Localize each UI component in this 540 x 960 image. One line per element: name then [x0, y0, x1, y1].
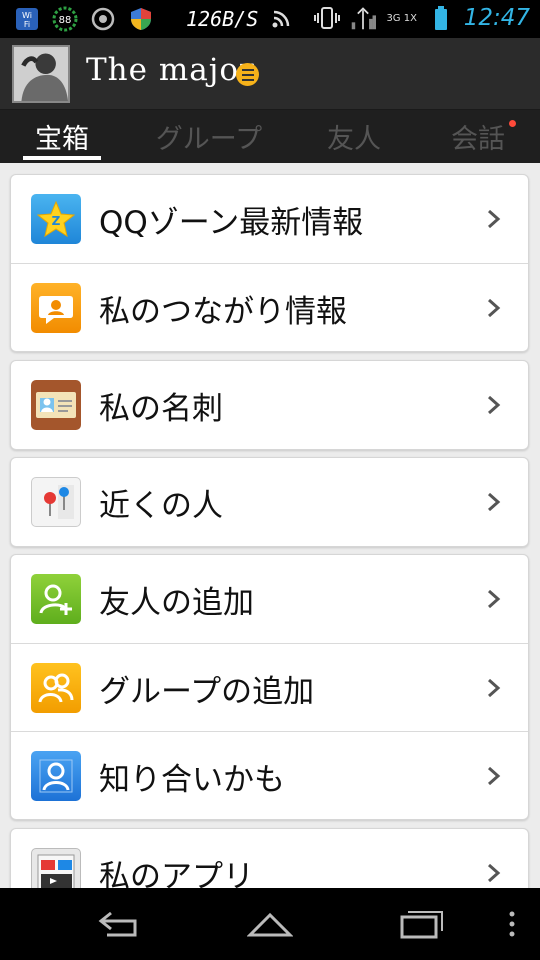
- clock: 12:47: [463, 5, 530, 31]
- menu-item-label: QQゾーン最新情報: [99, 205, 364, 241]
- menu-item-label: 私の名刺: [99, 391, 223, 427]
- menu-item-label: グループの追加: [99, 674, 315, 710]
- apps-icon: [31, 848, 81, 888]
- battery-circle-icon: 88: [52, 6, 78, 32]
- tab-treasure[interactable]: 宝箱: [23, 110, 101, 163]
- rss-icon: [268, 6, 294, 32]
- chevron-right-icon: [488, 589, 501, 609]
- menu-card: 私のアプリ: [10, 828, 529, 888]
- chevron-right-icon: [488, 678, 501, 698]
- back-icon[interactable]: [95, 902, 145, 946]
- menu-overflow-icon[interactable]: [502, 902, 522, 946]
- tab-label: 会話: [451, 124, 505, 155]
- tab-groups[interactable]: グループ: [150, 110, 268, 163]
- menu-item-label: 友人の追加: [99, 585, 254, 621]
- business-card-icon: [31, 380, 81, 430]
- menu-item-label: 私のアプリ: [99, 859, 254, 888]
- navigation-bar: [0, 888, 540, 960]
- profile-name[interactable]: The major: [86, 52, 255, 88]
- menu-card: 近くの人: [10, 457, 529, 547]
- wifi-icon: Wi Fi: [14, 6, 40, 32]
- signal-icon: [350, 5, 376, 31]
- menu-card: 私の名刺: [10, 360, 529, 450]
- chevron-right-icon: [488, 766, 501, 786]
- add-group-icon: [31, 663, 81, 713]
- chevron-right-icon: [488, 395, 501, 415]
- chevron-right-icon: [488, 492, 501, 512]
- network-type: 3G 1X: [386, 12, 417, 24]
- qzone-star-icon: Z: [31, 194, 81, 244]
- svg-text:Wi: Wi: [22, 11, 32, 20]
- network-speed: 126B/S: [186, 7, 259, 31]
- chevron-right-icon: [488, 863, 501, 883]
- shield-icon: [128, 6, 154, 32]
- menu-item-label: 私のつながり情報: [99, 294, 347, 330]
- sync-icon: [90, 6, 116, 32]
- chevron-right-icon: [488, 298, 501, 318]
- menu-item-add-friend[interactable]: 友人の追加: [11, 555, 528, 643]
- add-friend-icon: [31, 574, 81, 624]
- map-pin-icon: [31, 477, 81, 527]
- avatar[interactable]: [12, 45, 70, 103]
- menu-item-label: 近くの人: [99, 488, 223, 524]
- menu-item-qzone[interactable]: Z QQゾーン最新情報: [11, 175, 528, 263]
- svg-text:Fi: Fi: [24, 20, 30, 29]
- unread-dot: [509, 120, 516, 127]
- menu-item-nearby[interactable]: 近くの人: [11, 458, 528, 546]
- battery-icon: [428, 5, 454, 31]
- tab-label: 宝箱: [35, 124, 89, 155]
- menu-item-label: 知り合いかも: [99, 762, 285, 798]
- profile-header: The major: [0, 38, 540, 110]
- tab-label: 友人: [327, 124, 381, 155]
- svg-text:Z: Z: [52, 214, 61, 228]
- status-bar: Wi Fi 88 126B/S 3G 1X 12:47: [0, 0, 540, 38]
- tab-friends[interactable]: 友人: [322, 110, 386, 163]
- menu-card: 友人の追加 グループの追加 知り合いかも: [10, 554, 529, 820]
- person-icon: [31, 751, 81, 801]
- chat-bubble-icon: [31, 283, 81, 333]
- vibrate-icon: [313, 5, 340, 31]
- svg-text:88: 88: [59, 15, 72, 26]
- tab-conversations[interactable]: 会話: [448, 110, 516, 163]
- menu-card: Z QQゾーン最新情報 私のつながり情報: [10, 174, 529, 352]
- online-status-icon[interactable]: [236, 63, 259, 86]
- chevron-right-icon: [488, 209, 501, 229]
- tab-label: グループ: [155, 124, 263, 155]
- menu-item-business-card[interactable]: 私の名刺: [11, 361, 528, 449]
- tab-bar: 宝箱 グループ 友人 会話: [0, 110, 540, 163]
- menu-item-my-apps[interactable]: 私のアプリ: [11, 829, 528, 888]
- recent-apps-icon[interactable]: [396, 902, 446, 946]
- menu-item-may-know[interactable]: 知り合いかも: [11, 731, 528, 819]
- menu-list: Z QQゾーン最新情報 私のつながり情報 私の名刺 近くの人 友人の追加 グルー…: [0, 163, 540, 888]
- menu-item-connections[interactable]: 私のつながり情報: [11, 263, 528, 351]
- home-icon[interactable]: [245, 902, 295, 946]
- menu-item-add-group[interactable]: グループの追加: [11, 643, 528, 731]
